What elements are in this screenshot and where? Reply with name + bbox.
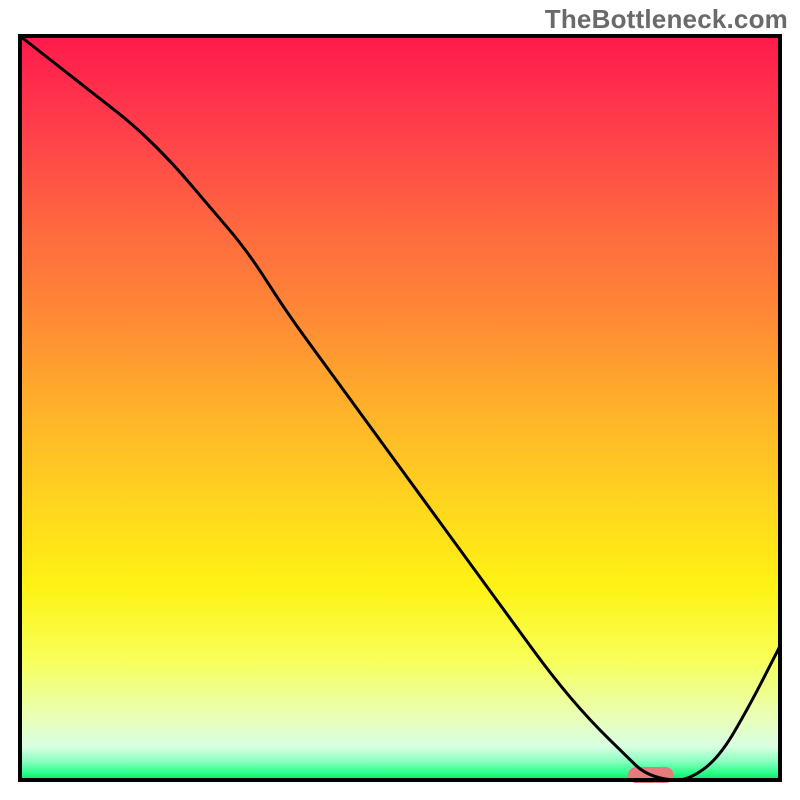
gradient-background: [20, 36, 780, 780]
chart-container: TheBottleneck.com: [0, 0, 800, 800]
bottleneck-chart: [0, 0, 800, 800]
